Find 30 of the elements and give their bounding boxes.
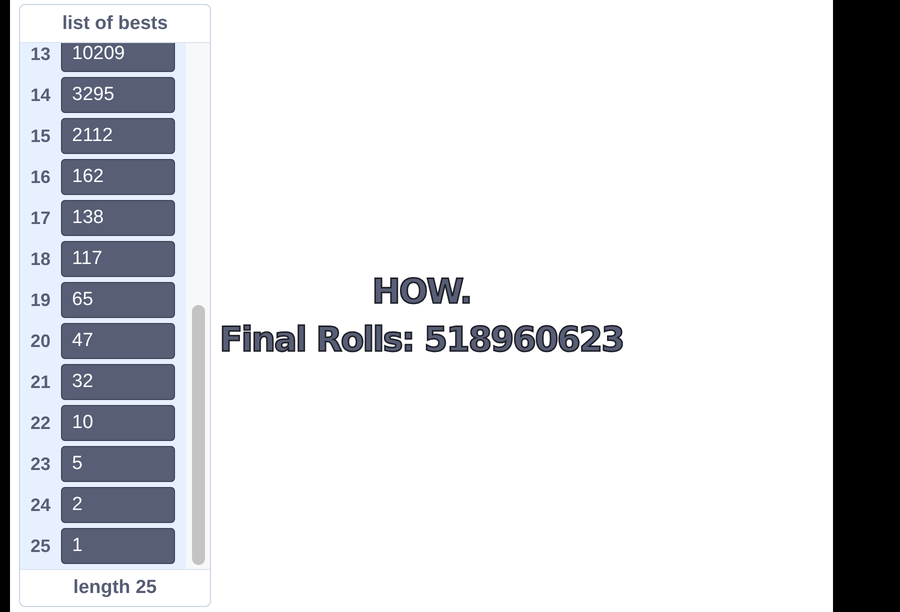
item-index: 24 xyxy=(29,494,52,516)
item-index: 21 xyxy=(29,372,52,392)
item-value: 138 xyxy=(61,200,175,236)
item-index: 17 xyxy=(29,208,52,228)
item-index: 13 xyxy=(29,44,52,64)
item-value: 1 xyxy=(61,528,175,564)
item-value: 2112 xyxy=(61,118,175,154)
scrollbar-thumb[interactable] xyxy=(192,305,204,565)
item-value: 117 xyxy=(61,241,175,277)
item-value: 5 xyxy=(61,446,175,482)
item-index: 18 xyxy=(29,248,52,270)
item-value: 65 xyxy=(61,282,175,318)
item-value: 2 xyxy=(61,487,175,523)
stage-text: Final Rolls: 518960623 xyxy=(220,319,624,362)
item-index: 14 xyxy=(29,84,52,106)
item-index: 15 xyxy=(29,126,52,146)
list-length: length 25 xyxy=(20,569,210,606)
item-value: 47 xyxy=(61,323,175,359)
item-index: 16 xyxy=(29,166,52,188)
item-value: 32 xyxy=(61,364,175,400)
item-index: 23 xyxy=(29,454,52,474)
item-value: 162 xyxy=(61,159,175,195)
stage-text: HOW. xyxy=(372,271,471,314)
item-index: 25 xyxy=(29,536,52,556)
item-value: 10 xyxy=(61,405,175,441)
item-index: 19 xyxy=(29,290,52,310)
item-index: 22 xyxy=(29,412,52,434)
item-index: 20 xyxy=(29,330,52,352)
item-value: 10209 xyxy=(61,43,175,72)
item-value: 3295 xyxy=(61,77,175,113)
